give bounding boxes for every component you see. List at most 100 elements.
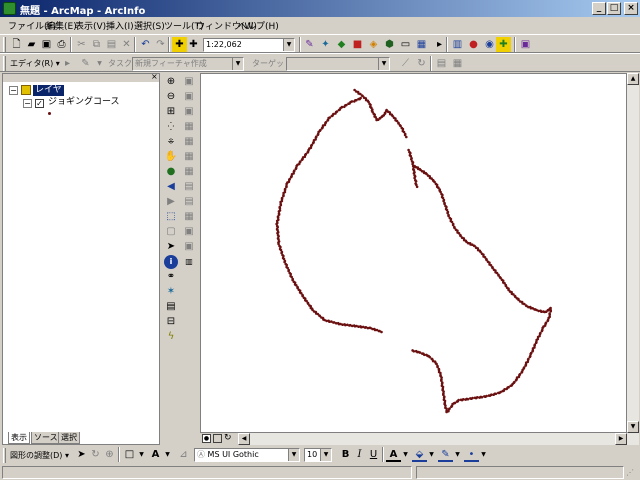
horizontal-scrollbar[interactable]: ◀ ▶ [238,433,627,445]
window-icon[interactable]: ▭ [398,37,413,52]
clear-selection-icon[interactable]: ▢ [164,225,178,239]
identify-icon[interactable]: i [164,255,178,269]
cut-icon[interactable]: ✂ [74,37,89,52]
chevron-down-icon[interactable]: ▼ [288,449,299,461]
target-combo[interactable]: ▼ [286,57,390,71]
open-folder-icon[interactable]: ▰ [24,37,39,52]
chevron-down-icon[interactable]: ▼ [378,58,389,70]
forward-extent-icon[interactable]: ▶ [164,195,178,209]
add-data-icon[interactable]: ✚ [172,37,187,52]
vertical-scrollbar[interactable]: ▲ ▼ [627,73,639,445]
layer-visibility-checkbox[interactable]: ✓ [35,99,44,108]
globe-icon[interactable]: ◉ [482,37,497,52]
select-features-icon[interactable]: ⬚ [164,210,178,224]
identify-window-icon[interactable]: ▦ [414,37,429,52]
full-extent-globe-icon[interactable]: ● [164,165,178,179]
select-elements-icon[interactable]: ➤ [164,240,178,254]
pan-hand-icon[interactable]: ✋ [164,150,178,164]
menu-view[interactable]: 表示(V) [75,19,106,32]
collapse-icon[interactable]: − [9,86,18,95]
jogging-course-track[interactable] [201,74,626,432]
font-size-combo[interactable]: 10 ▼ [304,448,332,462]
change-layout-icon[interactable]: ▣ [182,225,196,239]
zoom-out-fixed-layout-icon[interactable]: ▦ [182,165,196,179]
italic-button[interactable]: I [352,447,367,462]
toc-layer-root[interactable]: レイヤ [33,85,64,96]
go-to-xy-icon[interactable]: ✶ [164,285,178,299]
redo-icon[interactable]: ↷ [153,37,168,52]
layout-grid-icon[interactable]: ▥ [450,37,465,52]
globe-tools-icon[interactable]: ⬢ [382,37,397,52]
collapse-icon[interactable]: − [23,99,32,108]
rotate-icon[interactable]: ↻ [88,447,103,462]
pan-layout-icon[interactable]: ▣ [182,105,196,119]
zoom-out-layout-icon[interactable]: ▣ [182,90,196,104]
resize-grip-icon[interactable]: ⋰ [626,468,634,477]
back-extent-icon[interactable]: ◀ [164,180,178,194]
zoom-out-icon[interactable]: ⊖ [164,90,178,104]
undo-icon[interactable]: ↶ [138,37,153,52]
arccatalog-icon[interactable]: ◈ [366,37,381,52]
focus-frame-icon[interactable]: ▦ [182,210,196,224]
scroll-right-icon[interactable]: ▶ [615,433,627,445]
zoom-whole-page-icon[interactable]: ▦ [182,120,196,134]
split-tool-icon[interactable]: ⟋ [398,56,413,71]
underline-button[interactable]: U [366,447,381,462]
zoom-in-layout-icon[interactable]: ▣ [182,75,196,89]
map-view[interactable] [200,73,627,433]
maximize-button[interactable]: □ [607,2,621,15]
zoom-in-icon[interactable]: ⊕ [164,75,178,89]
scroll-left-icon[interactable]: ◀ [238,433,250,445]
edit-vertices-icon[interactable]: ⊿ [176,447,191,462]
sketch-tool-icon[interactable]: ✎ [78,56,93,71]
hyperlink-icon[interactable]: ⊟ [164,315,178,329]
fixed-zoom-out-icon[interactable]: ⁜ [164,135,178,149]
chevron-down-icon[interactable]: ▼ [283,39,294,51]
chevron-down-icon[interactable]: ▼ [134,447,149,462]
close-button[interactable]: × [624,2,638,15]
chevron-down-icon[interactable]: ▼ [320,449,331,461]
zoom-to-selected-icon[interactable]: ⊕ [102,447,117,462]
scroll-up-icon[interactable]: ▲ [627,73,639,85]
help-whatsthis-icon[interactable]: ▣ [518,37,533,52]
tab-selection[interactable]: 選択 [58,432,80,444]
zoom-100-icon[interactable]: ▦ [182,135,196,149]
tab-display[interactable]: 表示 [8,432,30,444]
menu-help[interactable]: ヘルプ(H) [238,19,279,32]
add-data-arrow-icon[interactable]: ✚ [186,37,201,52]
measure-icon[interactable]: ▤ [164,300,178,314]
play-arrow-icon[interactable]: ▸ [432,37,447,52]
delete-icon[interactable]: ✕ [119,37,134,52]
rotate-tool-icon[interactable]: ↻ [414,56,429,71]
minimize-button[interactable]: _ [592,2,606,15]
toolbar-grip[interactable] [3,37,6,52]
attributes-icon[interactable]: ▤ [434,56,449,71]
menu-select[interactable]: 選択(S) [134,19,165,32]
bold-button[interactable]: B [338,447,353,462]
back-layout-icon[interactable]: ▤ [182,180,196,194]
forward-layout-icon[interactable]: ▤ [182,195,196,209]
chevron-down-icon[interactable]: ▼ [476,447,491,462]
paste-icon[interactable]: ▤ [104,37,119,52]
find-binoculars-icon[interactable]: ⚭ [164,270,178,284]
zoom-in-fixed-layout-icon[interactable]: ▦ [182,150,196,164]
chevron-down-icon[interactable]: ▼ [424,447,439,462]
layout-view-icon[interactable] [213,434,222,443]
lightning-icon[interactable]: ϟ [164,330,178,344]
font-combo[interactable]: Ⓐ MS UI Gothic ▼ [194,448,300,462]
point-symbol-icon[interactable] [48,112,51,115]
analysis-icon[interactable]: ● [466,37,481,52]
tools-icon[interactable]: ✦ [318,37,333,52]
select-elements-icon[interactable]: ➤ [74,447,89,462]
chevron-down-icon[interactable]: ▼ [232,58,243,70]
menu-edit[interactable]: 編集(E) [46,19,77,32]
copy-icon[interactable]: ⧉ [89,37,104,52]
extension-icon[interactable]: ✚ [496,37,511,52]
tab-source[interactable]: ソース [31,432,61,444]
task-combo[interactable]: 新規フィーチャ作成 ▼ [132,57,244,71]
close-icon[interactable]: × [151,73,158,81]
zoom-layout-icon[interactable]: ▣ [182,240,196,254]
editor-toolbar-icon[interactable]: ✎ [302,37,317,52]
refresh-icon[interactable]: ↻ [224,433,232,443]
fixed-zoom-in-icon[interactable]: ⁛ [164,120,178,134]
